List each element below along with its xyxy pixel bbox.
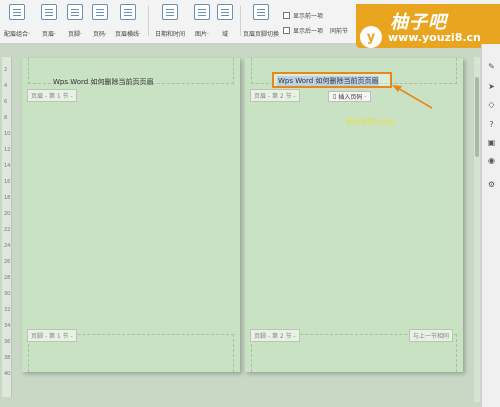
switch-icon <box>253 4 269 20</box>
show-next-option[interactable]: 显示后一项 <box>283 26 323 35</box>
header-line-icon <box>120 4 136 20</box>
button-label: 配眉组合· <box>4 31 30 38</box>
scrollbar-thumb[interactable] <box>475 77 479 157</box>
logo-url: www.youzi8.cn <box>388 31 481 44</box>
ruler-mark: 12 <box>4 147 11 153</box>
page1-header-tag: 页眉 - 第 1 节 - <box>27 89 77 102</box>
ruler-mark: 36 <box>4 339 11 345</box>
ruler-mark: 4 <box>4 83 8 89</box>
button-label: 图片· <box>195 31 209 38</box>
show-prev-label: 显示前一项 <box>293 13 324 20</box>
lock-icon[interactable]: ▣ <box>487 138 496 147</box>
ruler-mark: 28 <box>4 275 11 281</box>
ribbon-divider <box>240 6 241 36</box>
field-icon <box>217 4 233 20</box>
ruler-mark: 30 <box>4 291 11 297</box>
ruler-mark: 26 <box>4 259 11 265</box>
header-spacing-button[interactable]: 页眉横线· <box>111 4 145 38</box>
button-label: 页眉横线· <box>115 31 141 38</box>
right-sidebar: ✎ ➤ ◇ ? ▣ ◉ ⚙ <box>481 44 500 407</box>
document-icon <box>9 4 25 20</box>
ribbon-divider <box>148 6 149 36</box>
same-as-prev-option[interactable]: 同前节 <box>330 26 348 35</box>
ruler-mark: 22 <box>4 227 11 233</box>
ruler-mark: 8 <box>4 115 8 121</box>
pencil-icon[interactable]: ✎ <box>487 62 496 71</box>
date-time-button[interactable]: 日期和时间 <box>153 4 187 38</box>
button-label: 页码· <box>93 31 107 38</box>
footer-icon <box>67 4 83 20</box>
same-as-previous-tag: 与上一节相同 <box>409 329 454 342</box>
page2-footer-tag: 页脚 - 第 2 节 - <box>250 329 300 342</box>
button-label: 页脚· <box>68 31 82 38</box>
page2-header-text[interactable]: Wps Word 如何删除当前页页眉 <box>277 76 380 86</box>
button-label: 日期和时间 <box>154 31 185 38</box>
ruler-mark: 18 <box>4 195 11 201</box>
button-label: 页眉· <box>42 31 56 38</box>
ruler-mark: 14 <box>4 163 11 169</box>
checkbox-icon <box>283 27 290 34</box>
calendar-icon <box>162 4 178 20</box>
switch-header-footer-button[interactable]: 页眉页脚切换 <box>243 4 280 38</box>
show-prev-option[interactable]: 显示前一项 <box>283 11 323 20</box>
document-page-1[interactable] <box>22 58 240 372</box>
page-number-icon <box>92 4 108 20</box>
checkbox-icon <box>283 12 290 19</box>
location-icon[interactable]: ◉ <box>487 156 496 165</box>
insert-page-number-label: 插入页码 · <box>338 94 367 101</box>
ruler-mark: 24 <box>4 243 11 249</box>
annotation-arrow-icon <box>392 85 433 109</box>
button-label: 页眉页脚切换 <box>243 31 280 38</box>
logo-badge-icon: y <box>360 26 382 48</box>
ruler-mark: 2 <box>4 67 8 73</box>
vertical-scrollbar[interactable] <box>474 57 480 402</box>
wrench-icon[interactable]: ⚙ <box>487 180 496 189</box>
page-number-icon: ▯ <box>333 93 337 100</box>
ruler-mark: 34 <box>4 323 11 329</box>
ruler-mark: 40 <box>4 371 11 377</box>
annotation-text: 删除需要的页眉 <box>346 118 395 126</box>
help-icon[interactable]: ? <box>487 120 496 129</box>
shape-icon[interactable]: ◇ <box>487 100 496 109</box>
insert-page-number-button[interactable]: ▯ 插入页码 · <box>328 91 372 102</box>
ruler-mark: 6 <box>4 99 8 105</box>
ruler-mark: 32 <box>4 307 11 313</box>
ruler-mark: 38 <box>4 355 11 361</box>
header-icon <box>41 4 57 20</box>
page1-header-text[interactable]: Wps Word 如何删除当前页页眉 <box>53 77 153 87</box>
page1-footer-tag: 页脚 - 第 1 节 - <box>27 329 77 342</box>
ruler-mark: 16 <box>4 179 11 185</box>
cursor-icon[interactable]: ➤ <box>487 82 496 91</box>
ruler-mark: 20 <box>4 211 11 217</box>
same-as-prev-label: 同前节 <box>330 28 349 35</box>
show-next-label: 显示后一项 <box>293 28 324 35</box>
ruler-mark: 10 <box>4 131 11 137</box>
page2-header-tag: 页眉 - 第 2 节 - <box>250 89 300 102</box>
watermark-logo: y 柚子吧 www.youzi8.cn <box>356 4 500 48</box>
vertical-ruler[interactable]: 2 4 6 8 10 12 14 16 18 20 22 24 26 28 30… <box>2 57 12 397</box>
button-label: 域 <box>221 31 228 38</box>
field-button[interactable]: 域 <box>208 4 242 38</box>
header-footer-options-button[interactable]: 配眉组合· <box>0 4 34 38</box>
